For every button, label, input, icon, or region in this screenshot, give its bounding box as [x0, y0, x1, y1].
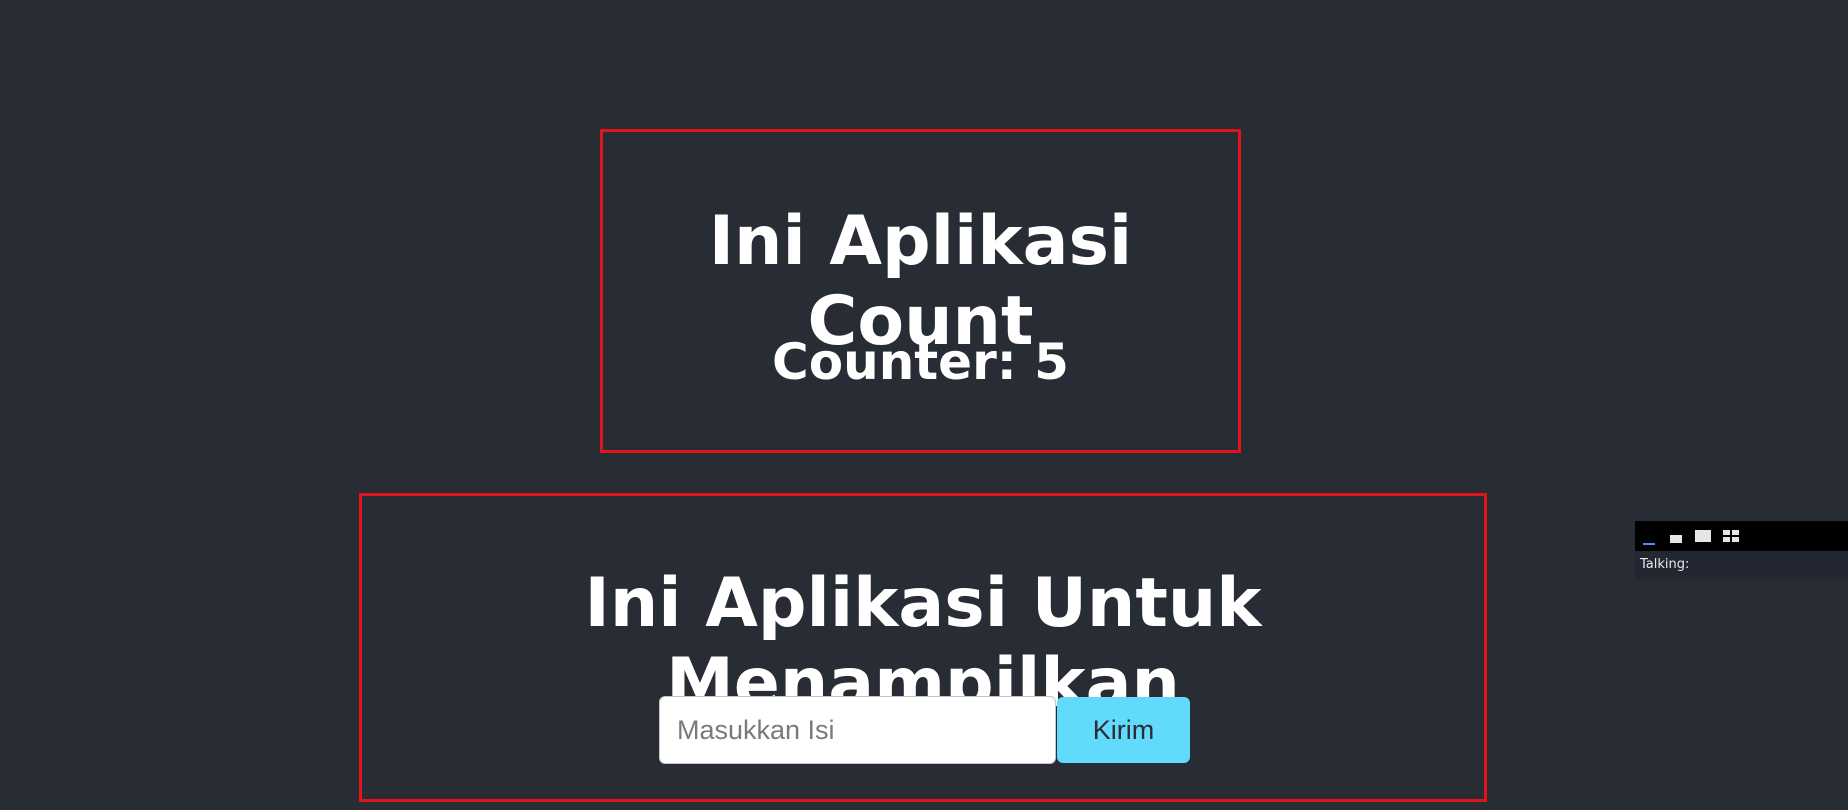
- content-input[interactable]: [659, 696, 1056, 764]
- count-app-panel: Ini Aplikasi Count Counter: 5: [600, 129, 1241, 453]
- talking-indicator: Talking:: [1635, 551, 1848, 579]
- display-app-panel: Ini Aplikasi Untuk Menampilkan Kirim: [359, 493, 1487, 802]
- counter-display: Counter: 5: [603, 332, 1238, 392]
- layout-toolbar: [1635, 521, 1848, 551]
- layout-grid-icon[interactable]: [1722, 528, 1740, 544]
- layout-minimized-icon[interactable]: [1641, 529, 1657, 545]
- layout-small-icon[interactable]: [1668, 529, 1684, 545]
- layout-large-icon[interactable]: [1694, 528, 1712, 544]
- counter-value: 5: [1034, 333, 1069, 391]
- page: Ini Aplikasi Count Counter: 5 Ini Aplika…: [0, 0, 1848, 810]
- counter-label: Counter:: [772, 333, 1035, 391]
- call-layout-widget: Talking:: [1635, 521, 1848, 579]
- submit-button[interactable]: Kirim: [1057, 697, 1190, 763]
- input-form: Kirim: [659, 696, 1199, 764]
